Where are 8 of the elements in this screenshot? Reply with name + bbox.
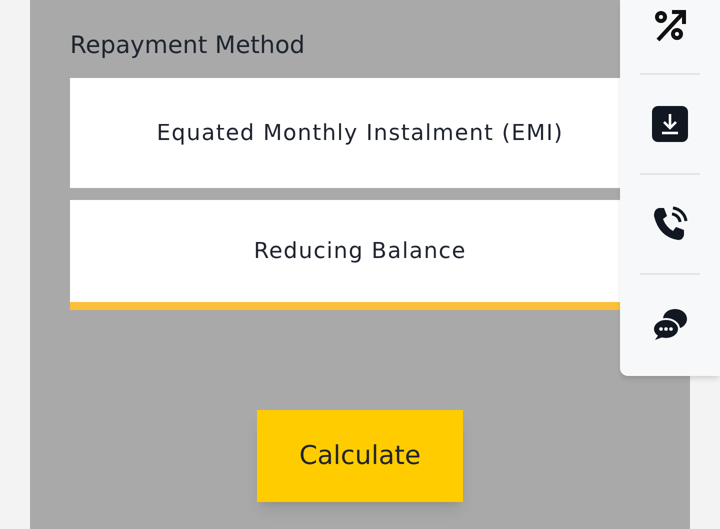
section-title: Repayment Method (70, 30, 305, 61)
phone-icon[interactable] (651, 205, 689, 243)
option-button[interactable]: Reducing Balance (70, 200, 620, 310)
chat-bubbles-icon[interactable] (652, 307, 688, 343)
calculate-button[interactable]: Calculate (257, 410, 463, 502)
percent-arrow-icon[interactable] (653, 8, 687, 42)
option-button[interactable]: Equated Monthly Instalment (EMI) (70, 78, 620, 188)
download-icon[interactable] (652, 106, 688, 142)
